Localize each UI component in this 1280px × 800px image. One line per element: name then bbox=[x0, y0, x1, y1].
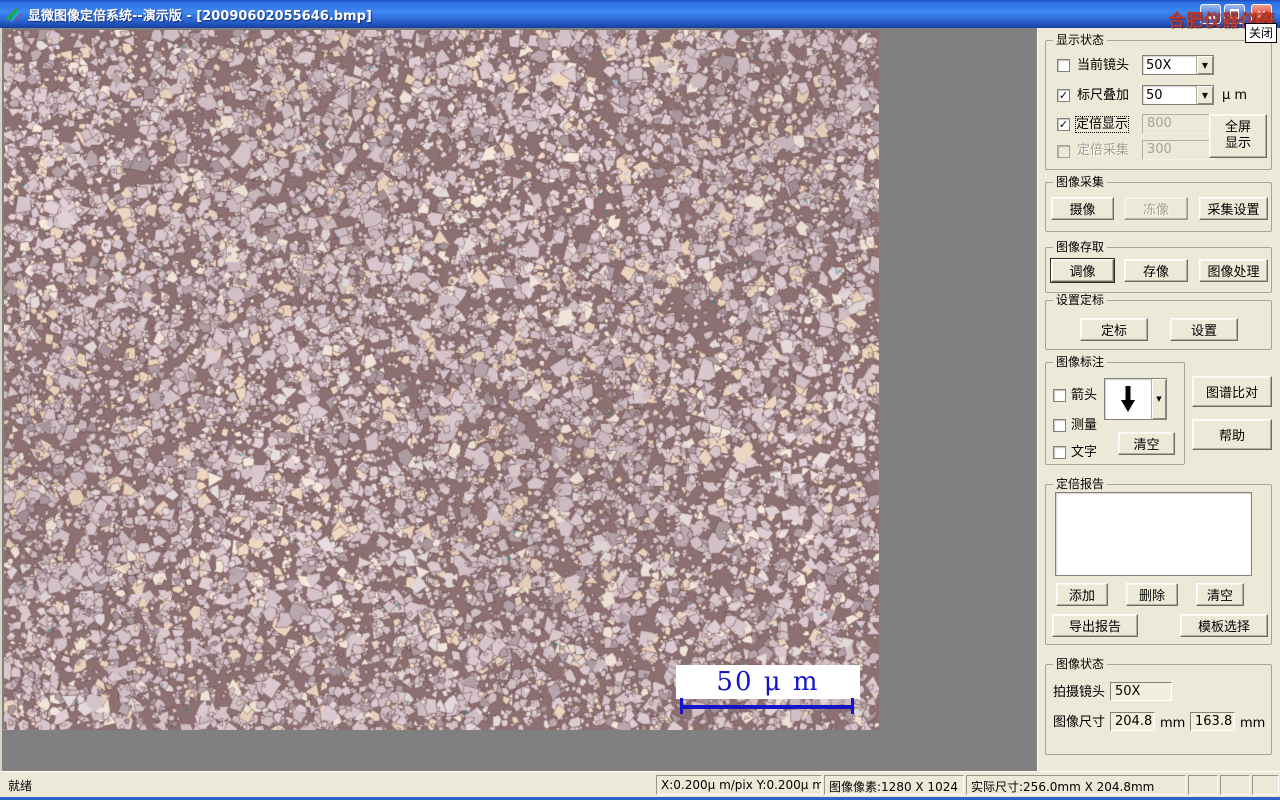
arrow-style-combo[interactable]: ▼ bbox=[1104, 378, 1167, 420]
micrograph-viewport: 50 μ m bbox=[4, 30, 879, 730]
status-image-pixels: 图像像素:1280 X 1024 bbox=[824, 775, 964, 795]
report-delete-button[interactable]: 删除 bbox=[1126, 583, 1178, 606]
image-height-value: 163.8 bbox=[1190, 712, 1235, 731]
window-title: 显微图像定倍系统--演示版 - [20090602055646.bmp] bbox=[28, 8, 372, 24]
report-clear-button[interactable]: 清空 bbox=[1196, 583, 1244, 606]
text-label[interactable]: 文字 bbox=[1071, 445, 1097, 460]
load-image-button[interactable]: 调像 bbox=[1051, 259, 1114, 282]
current-lens-label[interactable]: 当前镜头 bbox=[1077, 58, 1129, 73]
statusbar: 就绪 X:0.200μ m/pix Y:0.200μ m/pix 图像像素:12… bbox=[0, 771, 1280, 797]
statusbar-cell bbox=[1252, 775, 1279, 795]
group-display-status-label: 显示状态 bbox=[1053, 33, 1108, 47]
client-area: 50 μ m bbox=[0, 28, 1037, 771]
statusbar-cell bbox=[1220, 775, 1250, 795]
image-process-button[interactable]: 图像处理 bbox=[1199, 259, 1268, 282]
scale-overlay-checkbox[interactable] bbox=[1057, 89, 1070, 102]
scalebar-tick-left bbox=[680, 698, 683, 714]
scalebar-text: 50 μ m bbox=[716, 667, 820, 697]
save-image-button[interactable]: 存像 bbox=[1124, 259, 1188, 282]
text-checkbox[interactable] bbox=[1053, 446, 1066, 459]
measure-checkbox[interactable] bbox=[1053, 419, 1066, 432]
chevron-down-icon[interactable]: ▼ bbox=[1196, 56, 1213, 74]
status-pixel-scale: X:0.200μ m/pix Y:0.200μ m/pix bbox=[656, 775, 822, 795]
freeze-button: 冻像 bbox=[1124, 197, 1188, 220]
chevron-down-icon[interactable]: ▼ bbox=[1196, 86, 1213, 104]
current-lens-combo[interactable]: 50X ▼ bbox=[1142, 55, 1214, 75]
scalebar-label-box: 50 μ m bbox=[676, 665, 860, 699]
calibrate-button[interactable]: 定标 bbox=[1080, 318, 1148, 341]
down-arrow-icon bbox=[1105, 379, 1151, 419]
status-ready: 就绪 bbox=[8, 779, 33, 793]
shooting-lens-value: 50X bbox=[1110, 682, 1172, 701]
group-capture-label: 图像采集 bbox=[1053, 175, 1108, 189]
shoot-button[interactable]: 摄像 bbox=[1051, 197, 1114, 220]
template-select-button[interactable]: 模板选择 bbox=[1180, 614, 1268, 637]
scale-overlay-value: 50 bbox=[1146, 88, 1163, 103]
report-listbox[interactable] bbox=[1055, 492, 1252, 576]
fullscreen-button[interactable]: 全屏显示 bbox=[1209, 114, 1267, 158]
group-image-status: 图像状态 bbox=[1045, 657, 1272, 755]
group-annotation-label: 图像标注 bbox=[1053, 355, 1108, 369]
arrow-checkbox[interactable] bbox=[1053, 389, 1066, 402]
scalebar-tick-right bbox=[851, 698, 854, 714]
measure-label[interactable]: 测量 bbox=[1071, 418, 1097, 433]
image-size-label: 图像尺寸 bbox=[1053, 715, 1106, 730]
arrow-label[interactable]: 箭头 bbox=[1071, 388, 1097, 403]
export-report-button[interactable]: 导出报告 bbox=[1052, 614, 1138, 637]
group-storage-label: 图像存取 bbox=[1053, 240, 1108, 254]
current-lens-value: 50X bbox=[1146, 58, 1172, 73]
app-window: 显微图像定倍系统--演示版 - [20090602055646.bmp] × 合… bbox=[0, 0, 1280, 800]
fixed-capture-label: 定倍采集 bbox=[1077, 143, 1130, 158]
fixed-capture-checkbox bbox=[1057, 145, 1070, 158]
capture-settings-button[interactable]: 采集设置 bbox=[1199, 197, 1268, 220]
image-width-value: 204.8 bbox=[1110, 712, 1155, 731]
group-calibration-label: 设置定标 bbox=[1053, 293, 1108, 307]
image-height-unit: mm bbox=[1240, 716, 1266, 731]
titlebar: 显微图像定倍系统--演示版 - [20090602055646.bmp] × 合… bbox=[0, 0, 1280, 31]
group-image-status-label: 图像状态 bbox=[1053, 657, 1108, 671]
chevron-down-icon[interactable]: ▼ bbox=[1151, 379, 1166, 419]
current-lens-checkbox[interactable] bbox=[1057, 59, 1070, 72]
calibration-setup-button[interactable]: 设置 bbox=[1170, 318, 1238, 341]
scale-overlay-label[interactable]: 标尺叠加 bbox=[1077, 88, 1129, 103]
app-icon bbox=[5, 7, 22, 22]
atlas-compare-button[interactable]: 图谱比对 bbox=[1192, 376, 1272, 407]
statusbar-cell bbox=[1188, 775, 1218, 795]
shooting-lens-label: 拍摄镜头 bbox=[1053, 685, 1106, 700]
fixed-capture-input: 300 bbox=[1142, 140, 1214, 160]
micrograph-image bbox=[4, 30, 879, 730]
status-actual-size: 实际尺寸:256.0mm X 204.8mm bbox=[966, 775, 1186, 795]
annotation-clear-button[interactable]: 清空 bbox=[1118, 432, 1175, 455]
fixed-display-checkbox[interactable] bbox=[1057, 118, 1070, 131]
scalebar-line bbox=[680, 705, 854, 709]
report-add-button[interactable]: 添加 bbox=[1056, 583, 1108, 606]
fixed-display-label[interactable]: 定倍显示 bbox=[1074, 116, 1130, 133]
scale-unit-label: μ m bbox=[1222, 88, 1248, 103]
group-report-label: 定倍报告 bbox=[1053, 477, 1108, 491]
image-width-unit: mm bbox=[1160, 716, 1186, 731]
fixed-display-input: 800 bbox=[1142, 114, 1214, 134]
help-button[interactable]: 帮助 bbox=[1192, 419, 1272, 450]
scale-overlay-combo[interactable]: 50 ▼ bbox=[1142, 85, 1214, 105]
close-tooltip: 关闭 bbox=[1245, 23, 1278, 43]
